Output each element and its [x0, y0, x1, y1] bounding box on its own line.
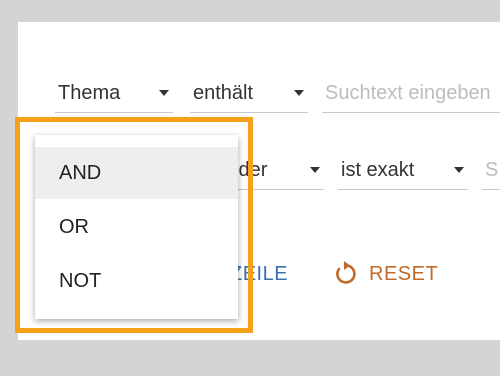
reset-icon	[336, 261, 356, 284]
search-input-wrapper	[322, 78, 500, 113]
menu-item-and[interactable]: AND	[35, 147, 238, 199]
field-select[interactable]: Thema	[55, 78, 173, 113]
menu-item-or[interactable]: OR	[35, 201, 238, 253]
chevron-down-icon	[159, 90, 169, 96]
reset-button[interactable]: RESET	[332, 260, 442, 288]
search-input-2-wrapper	[482, 155, 500, 190]
field-select-value: Thema	[58, 82, 121, 104]
search-input-2[interactable]	[482, 155, 500, 186]
logic-operator-menu: AND OR NOT	[35, 135, 238, 319]
chevron-down-icon	[294, 90, 304, 96]
search-input[interactable]	[322, 78, 500, 109]
chevron-down-icon	[454, 167, 464, 173]
menu-item-not[interactable]: NOT	[35, 255, 238, 307]
operator-select-2-value: ist exakt	[341, 159, 415, 181]
reset-label: RESET	[369, 263, 439, 285]
operator-select-2[interactable]: ist exakt	[338, 155, 468, 190]
operator-select[interactable]: enthält	[190, 78, 308, 113]
chevron-down-icon	[310, 167, 320, 173]
operator-select-value: enthält	[193, 82, 254, 104]
top-backdrop	[0, 0, 500, 22]
